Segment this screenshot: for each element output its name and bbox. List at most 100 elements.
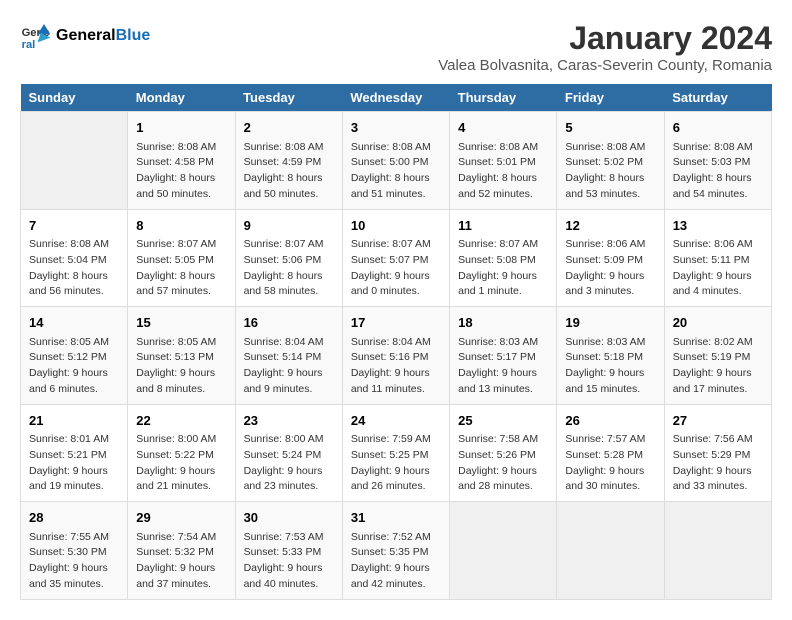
header-day-wednesday: Wednesday — [342, 84, 449, 112]
day-number: 5 — [565, 118, 655, 138]
day-info: Sunrise: 7:53 AMSunset: 5:33 PMDaylight:… — [244, 530, 334, 593]
day-number: 16 — [244, 313, 334, 333]
day-number: 3 — [351, 118, 441, 138]
logo-text-area: GeneralBlue — [56, 27, 150, 45]
day-number: 6 — [673, 118, 763, 138]
calendar-cell: 9Sunrise: 8:07 AMSunset: 5:06 PMDaylight… — [235, 209, 342, 307]
day-number: 1 — [136, 118, 226, 138]
day-info: Sunrise: 8:04 AMSunset: 5:14 PMDaylight:… — [244, 335, 334, 398]
day-info: Sunrise: 8:03 AMSunset: 5:18 PMDaylight:… — [565, 335, 655, 398]
day-number: 20 — [673, 313, 763, 333]
day-info: Sunrise: 8:08 AMSunset: 5:00 PMDaylight:… — [351, 140, 441, 203]
day-number: 14 — [29, 313, 119, 333]
header-day-friday: Friday — [557, 84, 664, 112]
calendar-cell: 4Sunrise: 8:08 AMSunset: 5:01 PMDaylight… — [450, 112, 557, 210]
day-number: 12 — [565, 216, 655, 236]
day-info: Sunrise: 8:07 AMSunset: 5:05 PMDaylight:… — [136, 237, 226, 300]
day-number: 21 — [29, 411, 119, 431]
calendar-cell: 29Sunrise: 7:54 AMSunset: 5:32 PMDayligh… — [128, 502, 235, 600]
calendar-cell: 3Sunrise: 8:08 AMSunset: 5:00 PMDaylight… — [342, 112, 449, 210]
logo-blue: Blue — [116, 27, 151, 44]
day-number: 15 — [136, 313, 226, 333]
calendar-cell: 14Sunrise: 8:05 AMSunset: 5:12 PMDayligh… — [21, 307, 128, 405]
day-info: Sunrise: 8:06 AMSunset: 5:11 PMDaylight:… — [673, 237, 763, 300]
day-number: 8 — [136, 216, 226, 236]
header-day-sunday: Sunday — [21, 84, 128, 112]
day-info: Sunrise: 8:05 AMSunset: 5:12 PMDaylight:… — [29, 335, 119, 398]
day-number: 19 — [565, 313, 655, 333]
day-number: 11 — [458, 216, 548, 236]
day-number: 2 — [244, 118, 334, 138]
calendar-cell: 21Sunrise: 8:01 AMSunset: 5:21 PMDayligh… — [21, 404, 128, 502]
day-info: Sunrise: 8:00 AMSunset: 5:24 PMDaylight:… — [244, 432, 334, 495]
calendar-cell: 28Sunrise: 7:55 AMSunset: 5:30 PMDayligh… — [21, 502, 128, 600]
day-info: Sunrise: 8:01 AMSunset: 5:21 PMDaylight:… — [29, 432, 119, 495]
calendar-cell: 25Sunrise: 7:58 AMSunset: 5:26 PMDayligh… — [450, 404, 557, 502]
day-info: Sunrise: 8:08 AMSunset: 5:01 PMDaylight:… — [458, 140, 548, 203]
calendar-cell — [450, 502, 557, 600]
calendar-cell: 31Sunrise: 7:52 AMSunset: 5:35 PMDayligh… — [342, 502, 449, 600]
day-number: 17 — [351, 313, 441, 333]
day-number: 7 — [29, 216, 119, 236]
calendar-cell: 6Sunrise: 8:08 AMSunset: 5:03 PMDaylight… — [664, 112, 771, 210]
day-number: 22 — [136, 411, 226, 431]
calendar-cell: 13Sunrise: 8:06 AMSunset: 5:11 PMDayligh… — [664, 209, 771, 307]
day-info: Sunrise: 8:08 AMSunset: 5:02 PMDaylight:… — [565, 140, 655, 203]
day-number: 18 — [458, 313, 548, 333]
header-row: SundayMondayTuesdayWednesdayThursdayFrid… — [21, 84, 772, 112]
header: Gene ral GeneralBlue January 2024 Valea … — [20, 20, 772, 74]
calendar-cell — [664, 502, 771, 600]
day-number: 29 — [136, 508, 226, 528]
calendar-cell: 17Sunrise: 8:04 AMSunset: 5:16 PMDayligh… — [342, 307, 449, 405]
day-info: Sunrise: 8:00 AMSunset: 5:22 PMDaylight:… — [136, 432, 226, 495]
day-number: 23 — [244, 411, 334, 431]
calendar-cell: 23Sunrise: 8:00 AMSunset: 5:24 PMDayligh… — [235, 404, 342, 502]
day-info: Sunrise: 7:52 AMSunset: 5:35 PMDaylight:… — [351, 530, 441, 593]
day-number: 24 — [351, 411, 441, 431]
calendar-header: SundayMondayTuesdayWednesdayThursdayFrid… — [21, 84, 772, 112]
title-area: January 2024 Valea Bolvasnita, Caras-Sev… — [438, 20, 772, 74]
day-number: 26 — [565, 411, 655, 431]
day-info: Sunrise: 8:05 AMSunset: 5:13 PMDaylight:… — [136, 335, 226, 398]
week-row-1: 7Sunrise: 8:08 AMSunset: 5:04 PMDaylight… — [21, 209, 772, 307]
calendar-cell: 2Sunrise: 8:08 AMSunset: 4:59 PMDaylight… — [235, 112, 342, 210]
day-info: Sunrise: 8:07 AMSunset: 5:06 PMDaylight:… — [244, 237, 334, 300]
day-info: Sunrise: 8:07 AMSunset: 5:08 PMDaylight:… — [458, 237, 548, 300]
calendar-cell: 10Sunrise: 8:07 AMSunset: 5:07 PMDayligh… — [342, 209, 449, 307]
day-number: 25 — [458, 411, 548, 431]
day-info: Sunrise: 7:59 AMSunset: 5:25 PMDaylight:… — [351, 432, 441, 495]
day-info: Sunrise: 8:02 AMSunset: 5:19 PMDaylight:… — [673, 335, 763, 398]
calendar-cell: 19Sunrise: 8:03 AMSunset: 5:18 PMDayligh… — [557, 307, 664, 405]
day-info: Sunrise: 7:58 AMSunset: 5:26 PMDaylight:… — [458, 432, 548, 495]
calendar-cell: 22Sunrise: 8:00 AMSunset: 5:22 PMDayligh… — [128, 404, 235, 502]
calendar-body: 1Sunrise: 8:08 AMSunset: 4:58 PMDaylight… — [21, 112, 772, 600]
calendar-table: SundayMondayTuesdayWednesdayThursdayFrid… — [20, 84, 772, 600]
header-day-tuesday: Tuesday — [235, 84, 342, 112]
calendar-cell: 5Sunrise: 8:08 AMSunset: 5:02 PMDaylight… — [557, 112, 664, 210]
day-info: Sunrise: 8:06 AMSunset: 5:09 PMDaylight:… — [565, 237, 655, 300]
calendar-cell: 12Sunrise: 8:06 AMSunset: 5:09 PMDayligh… — [557, 209, 664, 307]
header-day-saturday: Saturday — [664, 84, 771, 112]
svg-text:ral: ral — [22, 39, 36, 51]
day-number: 28 — [29, 508, 119, 528]
calendar-cell — [557, 502, 664, 600]
calendar-cell: 7Sunrise: 8:08 AMSunset: 5:04 PMDaylight… — [21, 209, 128, 307]
calendar-cell: 27Sunrise: 7:56 AMSunset: 5:29 PMDayligh… — [664, 404, 771, 502]
day-number: 27 — [673, 411, 763, 431]
logo-general: General — [56, 27, 116, 44]
day-info: Sunrise: 7:54 AMSunset: 5:32 PMDaylight:… — [136, 530, 226, 593]
logo: Gene ral GeneralBlue — [20, 20, 150, 52]
day-info: Sunrise: 7:56 AMSunset: 5:29 PMDaylight:… — [673, 432, 763, 495]
day-info: Sunrise: 7:57 AMSunset: 5:28 PMDaylight:… — [565, 432, 655, 495]
logo-icon: Gene ral — [20, 20, 52, 52]
calendar-cell — [21, 112, 128, 210]
day-number: 10 — [351, 216, 441, 236]
day-number: 13 — [673, 216, 763, 236]
header-day-monday: Monday — [128, 84, 235, 112]
calendar-cell: 18Sunrise: 8:03 AMSunset: 5:17 PMDayligh… — [450, 307, 557, 405]
day-info: Sunrise: 8:08 AMSunset: 4:58 PMDaylight:… — [136, 140, 226, 203]
calendar-cell: 8Sunrise: 8:07 AMSunset: 5:05 PMDaylight… — [128, 209, 235, 307]
week-row-4: 28Sunrise: 7:55 AMSunset: 5:30 PMDayligh… — [21, 502, 772, 600]
week-row-3: 21Sunrise: 8:01 AMSunset: 5:21 PMDayligh… — [21, 404, 772, 502]
calendar-cell: 11Sunrise: 8:07 AMSunset: 5:08 PMDayligh… — [450, 209, 557, 307]
